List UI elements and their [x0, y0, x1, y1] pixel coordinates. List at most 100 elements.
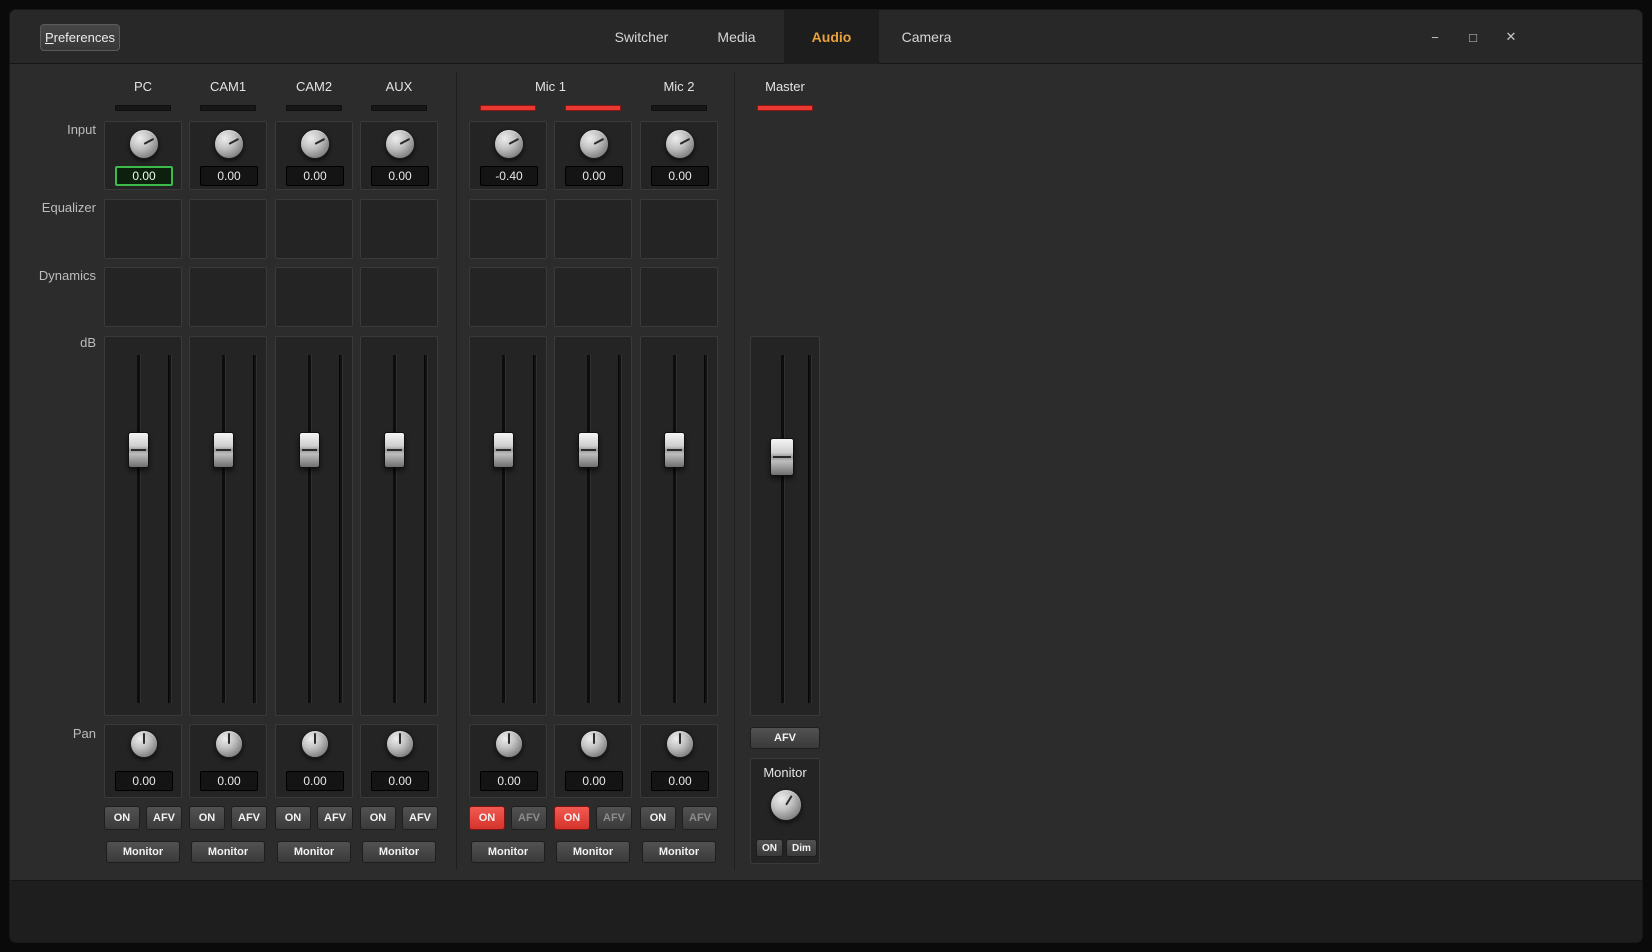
monitor-button[interactable]: Monitor — [471, 841, 545, 863]
input-gain-value[interactable]: -0.40 — [480, 166, 538, 186]
afv-button[interactable]: AFV — [511, 806, 547, 830]
fader-handle[interactable] — [299, 432, 320, 468]
input-gain-value[interactable]: 0.00 — [200, 166, 258, 186]
tally-indicator — [565, 105, 621, 111]
pan-knob[interactable] — [301, 730, 329, 758]
knob-pointer — [593, 733, 595, 744]
equalizer-panel[interactable] — [275, 199, 353, 259]
equalizer-panel[interactable] — [104, 199, 182, 259]
fader-panel — [640, 336, 718, 716]
pan-value[interactable]: 0.00 — [286, 771, 344, 791]
pan-knob[interactable] — [666, 730, 694, 758]
equalizer-panel[interactable] — [554, 199, 632, 259]
monitor-button[interactable]: Monitor — [277, 841, 351, 863]
tab-audio[interactable]: Audio — [784, 10, 879, 64]
master-fader-panel — [750, 336, 820, 716]
master-strip: AFV Monitor ON Dim — [750, 105, 820, 876]
fader-handle[interactable] — [578, 432, 599, 468]
fader-handle[interactable] — [384, 432, 405, 468]
tab-camera[interactable]: Camera — [879, 10, 974, 64]
on-button[interactable]: ON — [640, 806, 676, 830]
pan-value[interactable]: 0.00 — [115, 771, 173, 791]
knob-pointer — [315, 138, 326, 145]
master-afv-button[interactable]: AFV — [750, 727, 820, 749]
fader-handle[interactable] — [128, 432, 149, 468]
fader-handle[interactable] — [493, 432, 514, 468]
pan-knob[interactable] — [130, 730, 158, 758]
fader-handle[interactable] — [213, 432, 234, 468]
dynamics-panel[interactable] — [554, 267, 632, 327]
input-gain-knob[interactable] — [579, 129, 609, 159]
on-button[interactable]: ON — [469, 806, 505, 830]
afv-button[interactable]: AFV — [682, 806, 718, 830]
monitor-button[interactable]: Monitor — [642, 841, 716, 863]
close-button[interactable]: ✕ — [1498, 24, 1524, 50]
monitor-level-knob[interactable] — [770, 789, 802, 821]
pan-value[interactable]: 0.00 — [200, 771, 258, 791]
dynamics-panel[interactable] — [469, 267, 547, 327]
fader-handle[interactable] — [664, 432, 685, 468]
input-gain-knob[interactable] — [129, 129, 159, 159]
input-gain-knob[interactable] — [214, 129, 244, 159]
monitor-button[interactable]: Monitor — [191, 841, 265, 863]
knob-pointer — [680, 138, 691, 145]
afv-button[interactable]: AFV — [402, 806, 438, 830]
master-fader-handle[interactable] — [770, 438, 794, 476]
on-button[interactable]: ON — [554, 806, 590, 830]
on-button[interactable]: ON — [189, 806, 225, 830]
on-button[interactable]: ON — [104, 806, 140, 830]
input-gain-value[interactable]: 0.00 — [371, 166, 429, 186]
dynamics-panel[interactable] — [275, 267, 353, 327]
on-button[interactable]: ON — [360, 806, 396, 830]
preferences-accel: P — [45, 30, 54, 45]
input-gain-knob[interactable] — [385, 129, 415, 159]
tab-switcher[interactable]: Switcher — [594, 10, 689, 64]
afv-button[interactable]: AFV — [596, 806, 632, 830]
fader-panel — [469, 336, 547, 716]
equalizer-panel[interactable] — [640, 199, 718, 259]
channel-name-cam1: CAM1 — [189, 78, 267, 95]
channel-strip-mic1-left: -0.40 0.00 ON AFV Monitor — [469, 105, 547, 876]
input-gain-value[interactable]: 0.00 — [565, 166, 623, 186]
monitor-on-button[interactable]: ON — [756, 839, 783, 857]
equalizer-panel[interactable] — [469, 199, 547, 259]
preferences-button[interactable]: Preferences — [40, 24, 120, 51]
afv-button[interactable]: AFV — [317, 806, 353, 830]
minimize-button[interactable]: − — [1422, 24, 1448, 50]
pan-knob[interactable] — [215, 730, 243, 758]
monitor-button[interactable]: Monitor — [106, 841, 180, 863]
pan-knob[interactable] — [386, 730, 414, 758]
fader-panel — [554, 336, 632, 716]
input-gain-value[interactable]: 0.00 — [651, 166, 709, 186]
input-gain-knob[interactable] — [494, 129, 524, 159]
dynamics-panel[interactable] — [189, 267, 267, 327]
equalizer-panel[interactable] — [360, 199, 438, 259]
dynamics-panel[interactable] — [360, 267, 438, 327]
pan-value[interactable]: 0.00 — [480, 771, 538, 791]
input-gain-value[interactable]: 0.00 — [115, 166, 173, 186]
dynamics-panel[interactable] — [640, 267, 718, 327]
input-gain-panel: 0.00 — [554, 121, 632, 190]
knob-pointer — [400, 138, 411, 145]
monitor-dim-button[interactable]: Dim — [786, 839, 817, 857]
pan-value[interactable]: 0.00 — [565, 771, 623, 791]
maximize-button[interactable]: □ — [1460, 24, 1486, 50]
pan-knob[interactable] — [580, 730, 608, 758]
pan-value[interactable]: 0.00 — [371, 771, 429, 791]
channel-buttons: ON AFV — [104, 806, 182, 830]
afv-button[interactable]: AFV — [231, 806, 267, 830]
dynamics-panel[interactable] — [104, 267, 182, 327]
pan-value[interactable]: 0.00 — [651, 771, 709, 791]
input-gain-knob[interactable] — [665, 129, 695, 159]
input-gain-knob[interactable] — [300, 129, 330, 159]
afv-button[interactable]: AFV — [146, 806, 182, 830]
on-button[interactable]: ON — [275, 806, 311, 830]
pan-knob[interactable] — [495, 730, 523, 758]
input-gain-value[interactable]: 0.00 — [286, 166, 344, 186]
monitor-button[interactable]: Monitor — [556, 841, 630, 863]
monitor-button[interactable]: Monitor — [362, 841, 436, 863]
tab-media[interactable]: Media — [689, 10, 784, 64]
input-gain-panel: 0.00 — [189, 121, 267, 190]
knob-pointer — [594, 138, 605, 145]
equalizer-panel[interactable] — [189, 199, 267, 259]
